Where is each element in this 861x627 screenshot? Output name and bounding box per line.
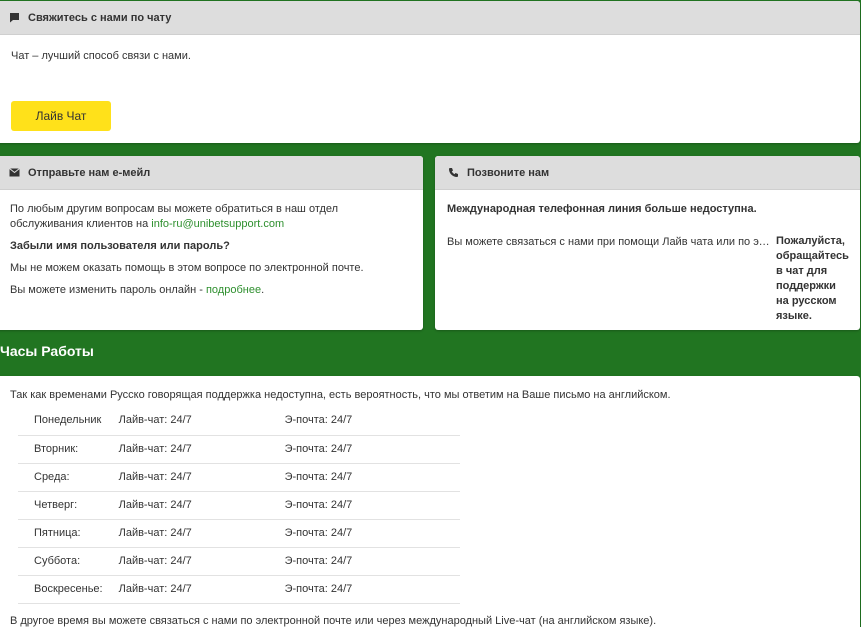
chat-card-text: Чат – лучший способ связи с нами. [11,50,191,62]
live-chat-hours-cell: Лайв-чат: 24/7 [102,491,269,520]
phone-card-header: Позвоните нам [435,156,860,190]
chat-card-title: Свяжитесь с нами по чату [28,11,172,24]
phone-alt-contact-text: Вы можете связаться с нами при помощи Ла… [447,236,774,248]
chat-contact-card: Свяжитесь с нами по чату Чат – лучший сп… [0,1,860,143]
table-row: Воскресенье: Лайв-чат: 24/7 Э-почта: 24/… [18,575,460,604]
email-card-header: Отправьте нам е-мейл [0,156,423,190]
email-card-title: Отправьте нам е-мейл [28,166,151,179]
live-chat-hours-cell: Лайв-чат: 24/7 [102,463,269,492]
email-hours-cell: Э-почта: 24/7 [268,435,460,464]
email-hours-cell: Э-почта: 24/7 [268,519,460,548]
email-contact-card: Отправьте нам е-мейл По любым другим воп… [0,156,423,330]
email-hours-cell: Э-почта: 24/7 [268,463,460,492]
day-cell: Пятница: [18,519,103,548]
reset-password-line: Вы можете изменить пароль онлайн - подро… [10,283,409,298]
live-chat-hours-cell: Лайв-чат: 24/7 [102,435,269,464]
russian-support-note: Пожалуйста, обращайтесь в чат для поддер… [776,235,849,322]
working-hours-card: Так как временами Русско говорящая подде… [0,376,860,627]
email-hours-cell: Э-почта: 24/7 [268,547,460,576]
chat-card-header: Свяжитесь с нами по чату [0,1,860,35]
hours-table: Понедельник Лайв-чат: 24/7 Э-почта: 24/7… [18,407,460,604]
email-hours-cell: Э-почта: 24/7 [268,575,460,604]
day-cell: Вторник: [18,435,103,464]
day-cell: Четверг: [18,491,103,520]
reset-password-period: . [261,284,265,296]
hours-footer-note: В другое время вы можете связаться с нам… [10,614,657,627]
phone-contact-card: Позвоните нам Международная телефонная л… [435,156,860,330]
reset-password-text: Вы можете изменить пароль онлайн - [10,284,206,296]
forgot-credentials-heading: Забыли имя пользователя или пароль? [10,240,230,252]
day-cell: Среда: [18,463,103,492]
table-row: Суббота: Лайв-чат: 24/7 Э-почта: 24/7 [18,547,460,576]
phone-icon [447,167,459,179]
day-cell: Воскресенье: [18,575,103,604]
live-chat-hours-cell: Лайв-чат: 24/7 [102,547,269,576]
phone-line-heading: Международная телефонная линия больше не… [447,203,757,215]
live-chat-hours-cell: Лайв-чат: 24/7 [102,407,269,436]
live-chat-hours-cell: Лайв-чат: 24/7 [102,575,269,604]
envelope-icon [8,167,20,179]
reset-password-link[interactable]: подробнее [206,284,261,296]
chat-bubble-icon [8,12,20,24]
live-chat-button[interactable]: Лайв Чат [11,101,111,131]
table-row: Понедельник Лайв-чат: 24/7 Э-почта: 24/7 [18,407,460,436]
email-intro: По любым другим вопросам вы можете обрат… [10,202,409,232]
support-email-link[interactable]: info-ru@unibetsupport.com [151,218,284,230]
table-row: Четверг: Лайв-чат: 24/7 Э-почта: 24/7 [18,491,460,520]
phone-card-title: Позвоните нам [467,166,550,179]
day-cell: Суббота: [18,547,103,576]
table-row: Пятница: Лайв-чат: 24/7 Э-почта: 24/7 [18,519,460,548]
forgot-credentials-text: Мы не можем оказать помощь в этом вопрос… [10,262,364,274]
live-chat-hours-cell: Лайв-чат: 24/7 [102,519,269,548]
hours-intro: Так как временами Русско говорящая подде… [10,389,671,401]
working-hours-title: Часы Работы [0,343,94,359]
table-row: Среда: Лайв-чат: 24/7 Э-почта: 24/7 [18,463,460,492]
email-hours-cell: Э-почта: 24/7 [268,491,460,520]
table-row: Вторник: Лайв-чат: 24/7 Э-почта: 24/7 [18,435,460,464]
day-cell: Понедельник [18,407,103,436]
email-hours-cell: Э-почта: 24/7 [268,407,460,436]
